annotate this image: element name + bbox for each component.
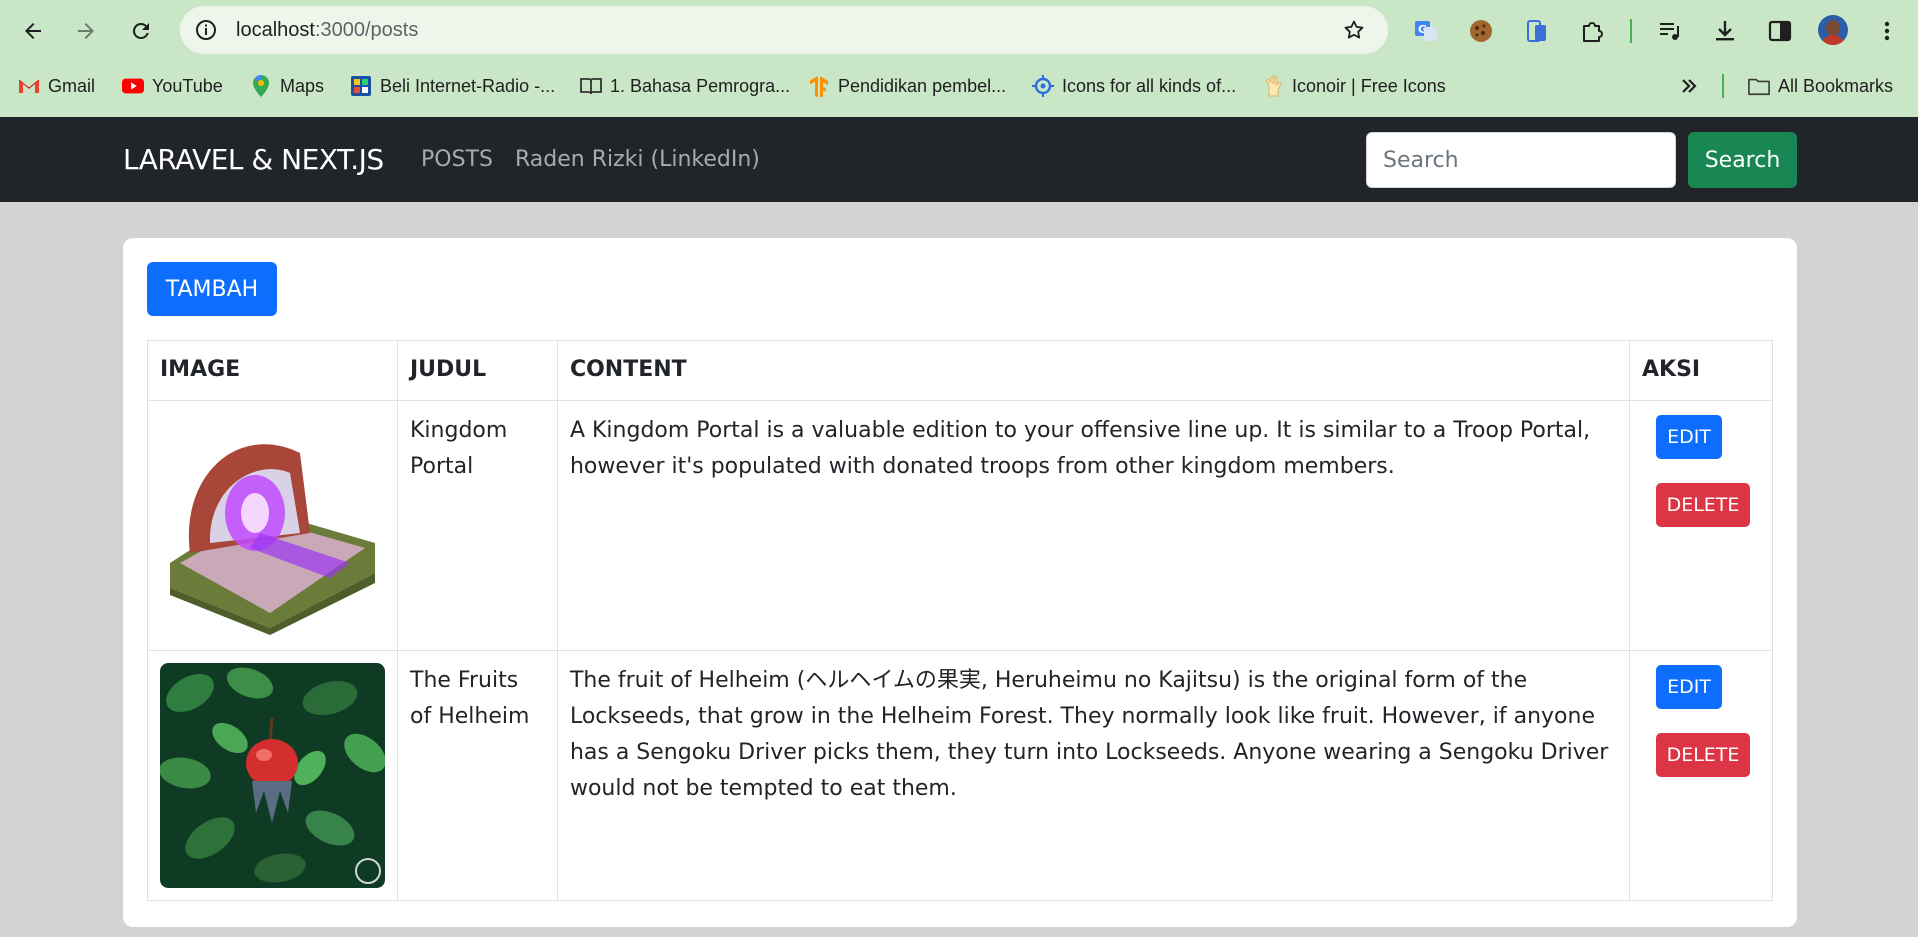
nav-link-linkedin[interactable]: Raden Rizki (LinkedIn) xyxy=(515,147,760,172)
bookmark-icons-kinds[interactable]: Icons for all kinds of... xyxy=(1032,72,1236,100)
chevron-double-right-icon xyxy=(1678,75,1700,97)
bookmark-iconoir[interactable]: Iconoir | Free Icons xyxy=(1262,72,1446,100)
column-header-judul: JUDUL xyxy=(397,340,558,401)
url-text[interactable]: localhost:3000/posts xyxy=(236,19,418,42)
posts-table: IMAGE JUDUL CONTENT AKSI Kingdom Portal … xyxy=(147,340,1773,901)
bookmark-label: Beli Internet-Radio -... xyxy=(380,75,556,96)
iconoir-icon xyxy=(1262,75,1284,97)
cookie-extension-icon[interactable] xyxy=(1466,16,1496,46)
bookmark-label: Pendidikan pembel... xyxy=(838,75,1007,96)
table-row: Kingdom Portal A Kingdom Portal is a val… xyxy=(147,400,1773,651)
table-row: The Fruits of Helheim The fruit of Helhe… xyxy=(147,650,1773,901)
url-path: :3000/posts xyxy=(314,19,419,41)
reload-icon xyxy=(132,22,149,39)
search-button[interactable]: Search xyxy=(1688,132,1797,188)
profile-avatar[interactable] xyxy=(1818,15,1848,45)
image-cell xyxy=(147,650,398,901)
maps-icon xyxy=(250,75,272,97)
radio-icon xyxy=(350,75,372,97)
book-icon xyxy=(580,75,602,97)
delete-button[interactable]: DELETE xyxy=(1656,483,1750,527)
url-host: localhost xyxy=(236,19,315,41)
all-bookmarks-button[interactable]: All Bookmarks xyxy=(1748,72,1893,100)
side-panel-icon[interactable] xyxy=(1765,16,1795,46)
bookmarks-bar: Gmail YouTube Maps Beli Internet-Radio -… xyxy=(0,66,1918,106)
bookmark-gmail[interactable]: Gmail xyxy=(18,72,95,100)
bookmark-bahasa[interactable]: 1. Bahasa Pemrogra... xyxy=(580,72,790,100)
bookmark-star-icon[interactable] xyxy=(1342,18,1366,42)
download-icon[interactable] xyxy=(1710,16,1740,46)
bookmark-pendidikan[interactable]: Pendidikan pembel... xyxy=(808,72,1006,100)
extensions-puzzle-icon[interactable] xyxy=(1577,16,1607,46)
table-header-row: IMAGE JUDUL CONTENT AKSI xyxy=(147,340,1773,401)
bookmark-label: YouTube xyxy=(152,75,223,96)
actions-cell: EDIT DELETE xyxy=(1629,400,1773,651)
browser-chrome: localhost:3000/posts G Gmail YouTube Map… xyxy=(0,0,1918,117)
bookmark-youtube[interactable]: YouTube xyxy=(122,72,223,100)
delete-button[interactable]: DELETE xyxy=(1656,733,1750,777)
actions-cell: EDIT DELETE xyxy=(1629,650,1773,901)
post-image-fruits-of-helheim xyxy=(160,663,385,888)
column-header-image: IMAGE xyxy=(147,340,398,401)
post-title: Kingdom Portal xyxy=(397,400,558,651)
bookmark-radio[interactable]: Beli Internet-Radio -... xyxy=(350,72,555,100)
media-controls-icon[interactable] xyxy=(1655,16,1685,46)
image-cell xyxy=(147,400,398,651)
column-header-aksi: AKSI xyxy=(1629,340,1773,401)
bookmark-label: Gmail xyxy=(48,75,96,96)
post-image-kingdom-portal xyxy=(160,413,385,638)
browser-toolbar: localhost:3000/posts G xyxy=(0,0,1918,62)
youtube-icon xyxy=(122,75,144,97)
bookmark-label: Icons for all kinds of... xyxy=(1062,75,1237,96)
post-title: The Fruits of Helheim xyxy=(397,650,558,901)
gmail-icon xyxy=(18,75,40,97)
nav-link-posts[interactable]: POSTS xyxy=(421,147,493,172)
post-content: A Kingdom Portal is a valuable edition t… xyxy=(556,400,1631,651)
forward-button[interactable] xyxy=(69,14,103,48)
reload-button[interactable] xyxy=(124,14,158,48)
bookmark-maps[interactable]: Maps xyxy=(250,72,324,100)
post-content: The fruit of Helheim (ヘルヘイムの果実, Heruheim… xyxy=(556,650,1631,901)
translate-extension-icon[interactable]: G xyxy=(1411,16,1441,46)
posts-card: TAMBAH IMAGE JUDUL CONTENT AKSI Kingdom … xyxy=(123,238,1797,927)
edit-button[interactable]: EDIT xyxy=(1656,415,1722,459)
forward-arrow-icon xyxy=(78,23,94,39)
folder-icon xyxy=(1748,75,1770,97)
address-bar[interactable]: localhost:3000/posts xyxy=(180,6,1388,54)
tensorflow-icon xyxy=(808,75,830,97)
add-post-button[interactable]: TAMBAH xyxy=(147,262,277,316)
site-info-icon[interactable] xyxy=(194,18,218,42)
browser-menu-icon[interactable] xyxy=(1872,16,1902,46)
bookmarks-divider xyxy=(1722,74,1724,98)
app-navbar: LARAVEL & NEXT.JS POSTS Raden Rizki (Lin… xyxy=(0,117,1918,202)
back-arrow-icon xyxy=(25,23,41,39)
bookmark-label: 1. Bahasa Pemrogra... xyxy=(610,75,791,96)
bookmark-label: Maps xyxy=(280,75,325,96)
navbar-brand[interactable]: LARAVEL & NEXT.JS xyxy=(123,143,384,176)
bookmarks-overflow-button[interactable] xyxy=(1678,72,1708,100)
icons-site-icon xyxy=(1032,75,1054,97)
all-bookmarks-label: All Bookmarks xyxy=(1778,75,1894,96)
toolbar-divider xyxy=(1630,19,1632,43)
device-extension-icon[interactable] xyxy=(1522,16,1552,46)
column-header-content: CONTENT xyxy=(556,340,1631,401)
edit-button[interactable]: EDIT xyxy=(1656,665,1722,709)
search-input[interactable] xyxy=(1366,132,1676,188)
bookmark-label: Iconoir | Free Icons xyxy=(1292,75,1446,96)
back-button[interactable] xyxy=(16,14,50,48)
